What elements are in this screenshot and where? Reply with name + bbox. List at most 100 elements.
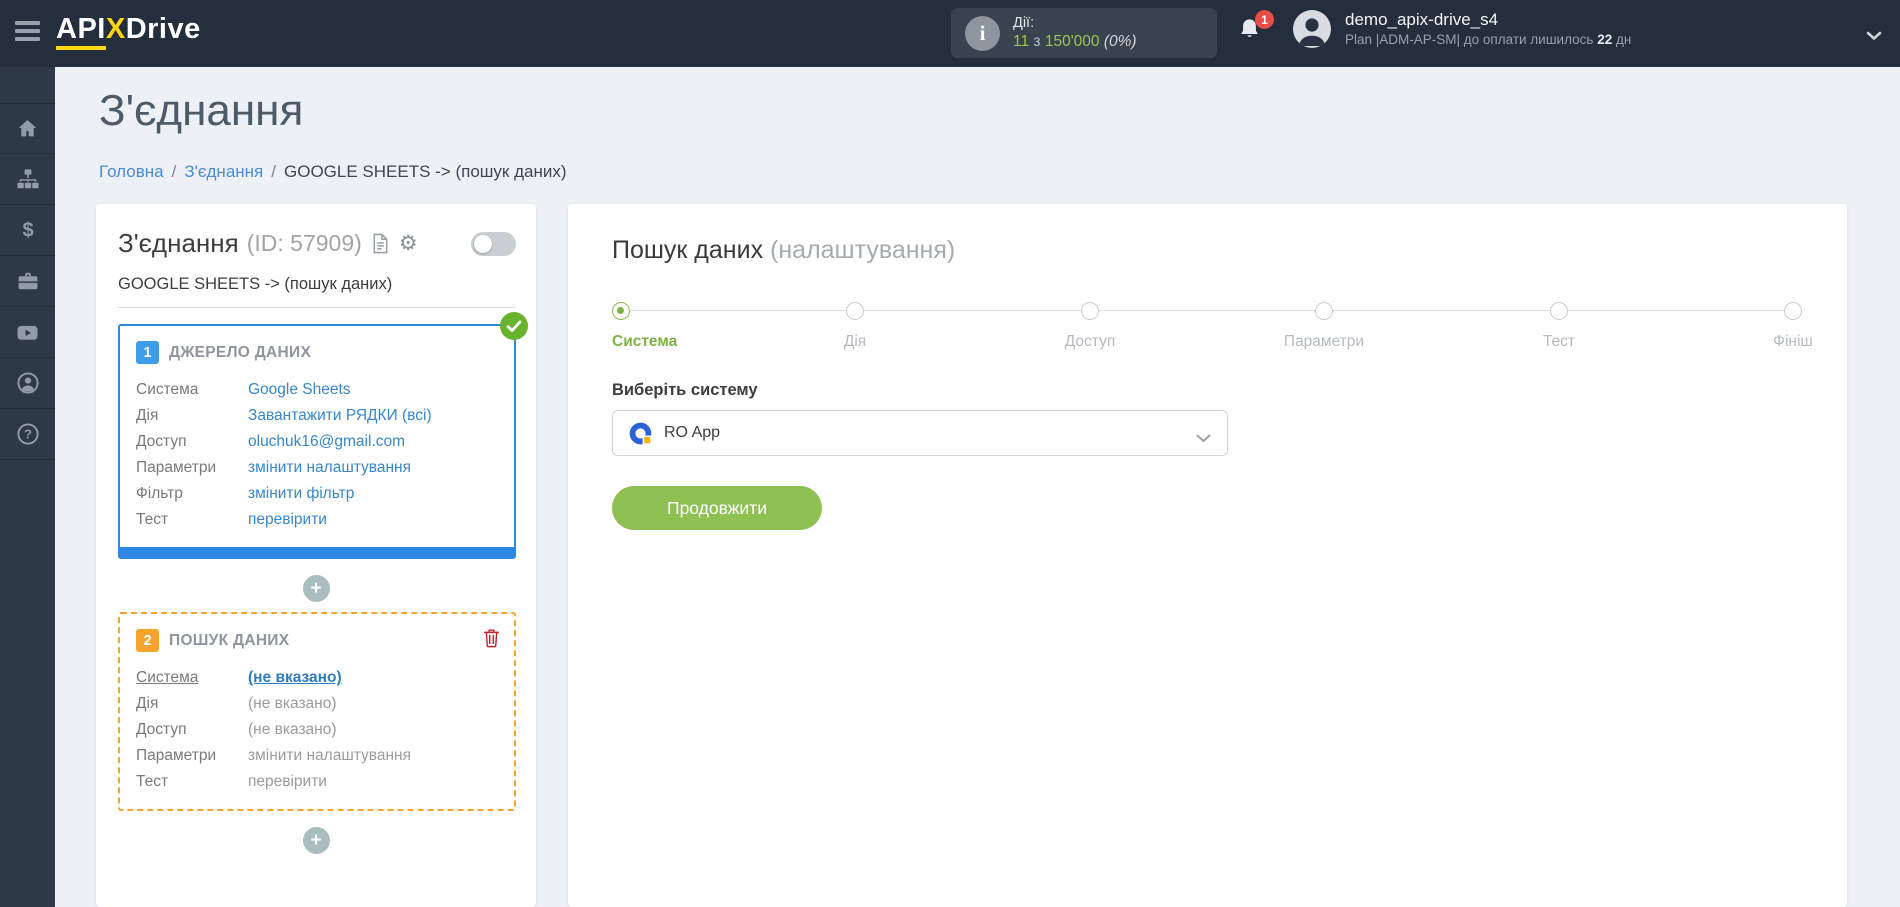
row-label: Дія <box>136 695 159 712</box>
row-label: Система <box>136 669 199 686</box>
step-system[interactable]: Система <box>612 302 677 350</box>
progress-bar <box>120 547 514 557</box>
delete-trash-icon[interactable] <box>482 627 501 653</box>
actions-counter[interactable]: i Дії: 11 з 150'000 (0%) <box>951 8 1217 58</box>
source-test-link[interactable]: перевірити <box>248 511 327 528</box>
svg-text:?: ? <box>24 427 32 442</box>
add-step-button[interactable]: + <box>302 827 330 854</box>
panel-title: Пошук даних (налаштування) <box>612 236 956 264</box>
data-search-box: 2 ПОШУК ДАНИХ Система (не вказано) Дія (не… <box>118 612 516 811</box>
step-number-badge: 1 <box>136 341 159 364</box>
svg-text:$: $ <box>22 220 33 242</box>
select-system-label: Виберіть систему <box>612 381 758 399</box>
step-test[interactable]: Тест <box>1543 302 1575 350</box>
breadcrumb-home-link[interactable]: Головна <box>99 162 164 181</box>
row-label: Параметри <box>136 747 217 764</box>
ro-app-icon <box>629 422 652 445</box>
connection-id: (ID: 57909) <box>246 230 362 256</box>
breadcrumb-connections-link[interactable]: З'єднання <box>184 162 263 181</box>
system-select-dropdown[interactable]: RO App <box>612 410 1228 456</box>
connection-enable-toggle[interactable] <box>471 231 516 256</box>
search-params-value: змінити налаштування <box>248 747 411 764</box>
row-label: Система <box>136 381 199 398</box>
account-person-icon <box>16 372 39 394</box>
top-header: APIXDrive i Дії: 11 з 150'000 (0%) 1 dem… <box>0 0 1900 67</box>
search-access-value: (не вказано) <box>248 721 337 738</box>
sidebar-item-services[interactable] <box>0 256 55 307</box>
logo-part-drive: Drive <box>125 13 201 45</box>
step-circle <box>846 302 864 320</box>
page-title: З'єднання <box>99 86 304 135</box>
step-circle <box>1784 302 1802 320</box>
step-action[interactable]: Дія <box>844 302 866 350</box>
video-youtube-icon <box>17 325 38 340</box>
source-params-link[interactable]: змінити налаштування <box>248 459 411 476</box>
step-circle <box>1550 302 1568 320</box>
sidebar: $ ? <box>0 67 55 907</box>
sidebar-item-account[interactable] <box>0 358 55 409</box>
breadcrumb: Головна / З'єднання / GOOGLE SHEETS -> (пошу… <box>99 162 567 181</box>
search-box-title: ПОШУК ДАНИХ <box>169 631 290 649</box>
connection-card: З'єднання (ID: 57909) ⚙ GOOGLE SHEETS ->… <box>96 204 536 907</box>
wizard-stepper: Система Дія Доступ Параметри Тест Фініш <box>612 302 1813 368</box>
row-label: Фільтр <box>136 485 183 502</box>
actions-label: Дії: <box>1013 15 1035 32</box>
row-label: Параметри <box>136 459 217 476</box>
step-number-badge: 2 <box>136 629 159 652</box>
source-action-link[interactable]: Завантажити РЯДКИ (всі) <box>248 407 432 424</box>
help-question-icon: ? <box>16 423 39 445</box>
breadcrumb-current: GOOGLE SHEETS -> (пошук даних) <box>284 162 567 181</box>
search-settings-panel: Пошук даних (налаштування) Система Дія Д… <box>568 204 1847 907</box>
step-circle <box>612 302 630 320</box>
selected-system-value: RO App <box>664 424 721 441</box>
hamburger-menu-icon[interactable] <box>15 21 40 45</box>
actions-count: 11 з 150'000 (0%) <box>1013 33 1137 51</box>
notifications-count-badge: 1 <box>1255 10 1274 29</box>
success-check-icon <box>500 312 528 340</box>
connection-subtitle: GOOGLE SHEETS -> (пошук даних) <box>118 275 516 308</box>
sidebar-item-help[interactable]: ? <box>0 409 55 460</box>
data-source-box: 1 ДЖЕРЕЛО ДАНИХ Система Google Sheets Дія… <box>118 312 528 559</box>
sidebar-item-video[interactable] <box>0 307 55 358</box>
search-system-link[interactable]: (не вказано) <box>248 669 342 686</box>
row-label: Тест <box>136 511 169 528</box>
user-menu[interactable]: demo_apix-drive_s4 Plan |ADM-AP-SM| до о… <box>1292 9 1631 49</box>
apixdrive-logo[interactable]: APIXDrive <box>56 13 201 50</box>
logo-part-x: X <box>105 13 126 45</box>
connection-title: З'єднання <box>118 228 239 258</box>
info-icon: i <box>965 15 1000 51</box>
step-circle <box>1315 302 1333 320</box>
source-system-link[interactable]: Google Sheets <box>248 381 351 398</box>
add-step-button[interactable]: + <box>302 575 330 602</box>
services-briefcase-icon <box>18 272 37 290</box>
row-label: Тест <box>136 773 169 790</box>
sidebar-item-home[interactable] <box>0 103 55 154</box>
home-icon <box>18 120 37 137</box>
stepper-track <box>621 310 1793 311</box>
logo-part-api: API <box>56 13 106 50</box>
step-params[interactable]: Параметри <box>1284 302 1364 350</box>
row-label: Доступ <box>136 721 187 738</box>
notifications-bell-icon[interactable]: 1 <box>1236 10 1274 51</box>
search-test-value: перевірити <box>248 773 327 790</box>
step-finish[interactable]: Фініш <box>1773 302 1813 350</box>
avatar <box>1293 10 1331 48</box>
chevron-down-icon[interactable] <box>1866 28 1882 46</box>
search-action-value: (не вказано) <box>248 695 337 712</box>
sidebar-item-billing[interactable]: $ <box>0 205 55 256</box>
source-filter-link[interactable]: змінити фільтр <box>248 485 354 502</box>
document-icon[interactable] <box>371 233 390 254</box>
gear-icon[interactable]: ⚙ <box>399 233 418 254</box>
connections-sitemap-icon <box>16 169 39 189</box>
chevron-down-icon <box>1196 430 1211 448</box>
continue-button[interactable]: Продовжити <box>612 486 822 530</box>
source-box-title: ДЖЕРЕЛО ДАНИХ <box>169 343 312 361</box>
source-access-link[interactable]: oluchuk16@gmail.com <box>248 433 405 450</box>
username: demo_apix-drive_s4 <box>1345 10 1499 30</box>
step-access[interactable]: Доступ <box>1065 302 1115 350</box>
row-label: Доступ <box>136 433 187 450</box>
plan-info: Plan |ADM-AP-SM| до оплати лишилось 22 д… <box>1345 32 1632 48</box>
step-circle <box>1081 302 1099 320</box>
billing-dollar-icon: $ <box>22 220 33 242</box>
sidebar-item-connections[interactable] <box>0 154 55 205</box>
